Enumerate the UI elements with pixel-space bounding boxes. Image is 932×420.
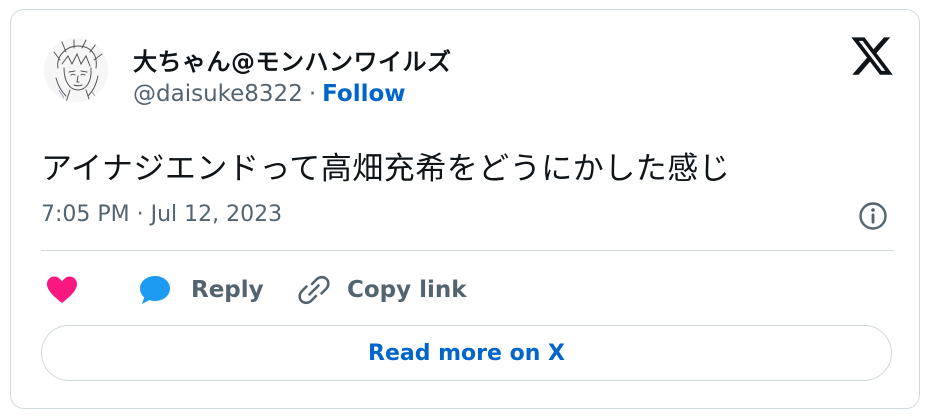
tweet-timestamp[interactable]: 7:05 PM · Jul 12, 2023 [41, 202, 282, 227]
link-icon [298, 275, 330, 305]
author-avatar[interactable] [44, 38, 108, 102]
speech-bubble-icon [140, 276, 170, 304]
x-logo-icon[interactable] [849, 33, 895, 79]
follow-link[interactable]: Follow [322, 81, 405, 107]
author-handle-row: @daisuke8322 · Follow [133, 81, 406, 107]
tweet-text: アイナジエンドって高畑充希をどうにかした感じ [41, 151, 731, 187]
copy-link-label: Copy link [347, 277, 467, 303]
read-more-button[interactable]: Read more on X [41, 325, 892, 381]
tweet-card: 大ちゃん@モンハンワイルズ @daisuke8322 · Follow アイナジエン… [10, 9, 920, 409]
copy-link-button[interactable]: Copy link [297, 270, 467, 310]
heart-icon [47, 276, 77, 303]
like-button[interactable] [45, 270, 79, 310]
author-display-name[interactable]: 大ちゃん@モンハンワイルズ [133, 42, 452, 77]
reply-label: Reply [191, 277, 264, 303]
divider [41, 250, 894, 251]
separator-dot: · [308, 81, 317, 107]
author-handle[interactable]: @daisuke8322 [133, 81, 303, 107]
sketch-portrait-avatar [44, 38, 108, 102]
info-icon[interactable] [857, 200, 889, 232]
reply-button[interactable]: Reply [137, 270, 264, 310]
read-more-label: Read more on X [368, 340, 565, 366]
